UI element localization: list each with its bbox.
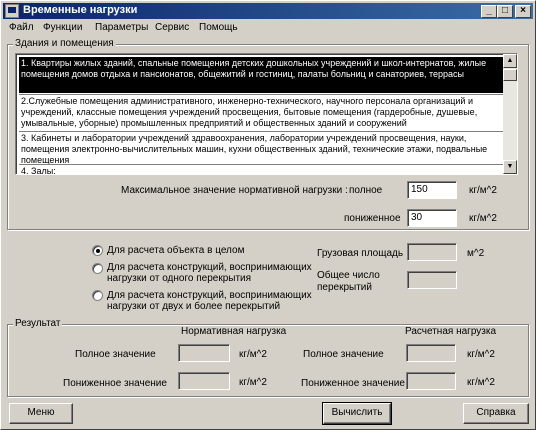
calc-full-label: Полное значение xyxy=(303,349,384,360)
minimize-button[interactable]: _ xyxy=(481,5,497,18)
floors-count-label: Общее число перекрытий xyxy=(317,270,380,293)
calc-reduced-unit: кг/м^2 xyxy=(467,377,495,388)
cargo-area-unit: м^2 xyxy=(467,248,485,259)
norm-full-label: Полное значение xyxy=(75,349,156,360)
normative-load-header: Нормативная нагрузка xyxy=(181,326,287,337)
maximize-button[interactable]: □ xyxy=(497,5,513,18)
menu-parameters[interactable]: Параметры xyxy=(95,22,148,33)
list-item[interactable]: 4. Залы: xyxy=(19,164,503,174)
menu-help[interactable]: Помощь xyxy=(199,22,238,33)
list-item[interactable]: 2.Служебные помещения административного,… xyxy=(19,94,503,130)
full-load-field[interactable]: 150 xyxy=(407,181,457,199)
buildings-listbox[interactable]: 1. Квартиры жилых зданий, спальные помещ… xyxy=(15,53,518,175)
menu-bar: Файл Функции Параметры Сервис Помощь xyxy=(3,20,533,36)
full-load-label: полное xyxy=(349,185,383,196)
scroll-thumb[interactable] xyxy=(503,69,517,81)
help-button[interactable]: Справка xyxy=(463,403,529,424)
calc-reduced-label: Пониженное значение xyxy=(301,378,405,389)
list-item[interactable]: 3. Кабинеты и лаборатории учреждений здр… xyxy=(19,131,503,167)
main-window: Временные нагрузки _ □ × Файл Функции Па… xyxy=(0,0,536,430)
reduced-load-field[interactable]: 30 xyxy=(407,209,457,227)
floors-count-field[interactable] xyxy=(407,271,457,289)
calc-full-field[interactable] xyxy=(406,344,456,362)
radio-multi-floor[interactable] xyxy=(92,290,103,301)
menu-service[interactable]: Сервис xyxy=(155,22,189,33)
norm-full-field[interactable] xyxy=(178,344,230,362)
calc-reduced-field[interactable] xyxy=(406,372,456,390)
title-bar[interactable]: Временные нагрузки _ □ × xyxy=(3,3,533,19)
reduced-load-unit: кг/м^2 xyxy=(469,213,497,224)
radio-multi-floor-label: Для расчета конструкций, воспринимающих … xyxy=(107,290,312,312)
window-title: Временные нагрузки xyxy=(23,4,138,16)
result-group-label: Результат xyxy=(13,318,63,329)
norm-full-unit: кг/м^2 xyxy=(239,349,267,360)
radio-one-floor[interactable] xyxy=(92,263,103,274)
full-load-unit: кг/м^2 xyxy=(469,185,497,196)
radio-one-floor-label: Для расчета конструкций, воспринимающих … xyxy=(107,262,312,284)
buildings-group-label: Здания и помещения xyxy=(13,38,116,49)
cargo-area-field[interactable] xyxy=(407,243,457,261)
calc-full-unit: кг/м^2 xyxy=(467,349,495,360)
list-item[interactable]: 1. Квартиры жилых зданий, спальные помещ… xyxy=(19,57,503,93)
norm-reduced-field[interactable] xyxy=(178,372,230,390)
listbox-scrollbar[interactable]: ▲ ▼ xyxy=(503,54,517,174)
cargo-area-label: Грузовая площадь xyxy=(317,248,404,259)
radio-whole-object[interactable] xyxy=(92,245,103,256)
menu-button[interactable]: Меню xyxy=(9,403,73,424)
app-icon xyxy=(5,4,19,18)
norm-reduced-unit: кг/м^2 xyxy=(239,377,267,388)
scroll-up-icon[interactable]: ▲ xyxy=(503,54,517,68)
scroll-down-icon[interactable]: ▼ xyxy=(503,160,517,174)
menu-file[interactable]: Файл xyxy=(9,22,34,33)
close-button[interactable]: × xyxy=(515,5,531,18)
reduced-load-label: пониженное xyxy=(344,213,401,224)
radio-whole-object-label: Для расчета объекта в целом xyxy=(107,245,245,256)
menu-functions[interactable]: Функции xyxy=(43,22,82,33)
max-load-label: Максимальное значение нормативной нагруз… xyxy=(121,185,348,196)
calc-load-header: Расчетная нагрузка xyxy=(405,326,497,337)
norm-reduced-label: Пониженное значение xyxy=(63,378,167,389)
calculate-button[interactable]: Вычислить xyxy=(322,402,392,425)
